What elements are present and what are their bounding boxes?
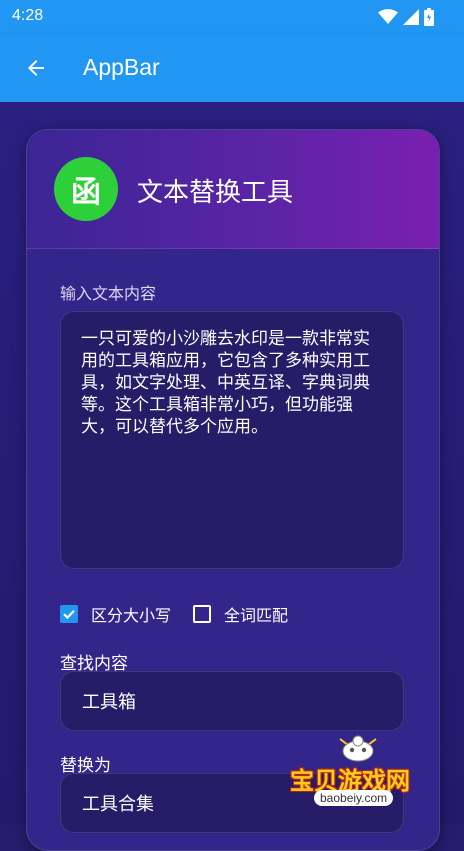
card-header: 函 文本替换工具 <box>27 130 439 249</box>
arrow-back-icon <box>28 60 44 76</box>
case-sensitive-label: 区分大小写 <box>91 606 172 625</box>
whole-word-checkbox[interactable] <box>193 605 212 623</box>
check-icon <box>63 610 75 620</box>
case-sensitive-checkbox[interactable] <box>60 605 78 623</box>
appbar-title: AppBar <box>83 54 160 80</box>
find-input-value: 工具箱 <box>82 692 136 713</box>
back-button[interactable] <box>14 46 58 90</box>
input-text-value: 一只可爱的小沙雕去水印是一款非常实用的工具箱应用，它包含了多种实用工具，如文字处… <box>81 329 370 437</box>
status-time: 4:28 <box>12 7 44 24</box>
gamepad-logo-icon <box>339 735 377 762</box>
status-icons <box>378 7 434 27</box>
status-bar: 4:28 <box>0 0 464 34</box>
function-icon: 函 <box>54 157 118 221</box>
options-row: 区分大小写 全词匹配 <box>60 602 288 626</box>
whole-word-label: 全词匹配 <box>224 606 289 625</box>
signal-icon <box>403 9 419 25</box>
site-watermark: 宝贝游戏网 baobeiy.com <box>286 733 436 811</box>
card-title: 文本替换工具 <box>137 178 294 208</box>
wifi-icon <box>378 9 398 24</box>
app-bar: AppBar <box>0 34 464 102</box>
find-input[interactable]: 工具箱 <box>60 671 404 731</box>
watermark-url: baobeiy.com <box>314 790 394 806</box>
input-text-area[interactable]: 一只可爱的小沙雕去水印是一款非常实用的工具箱应用，它包含了多种实用工具，如文字处… <box>60 311 404 569</box>
battery-icon <box>424 8 434 26</box>
input-text-label: 输入文本内容 <box>60 284 157 303</box>
function-icon-glyph: 函 <box>71 175 101 210</box>
replace-input-value: 工具合集 <box>82 794 154 815</box>
